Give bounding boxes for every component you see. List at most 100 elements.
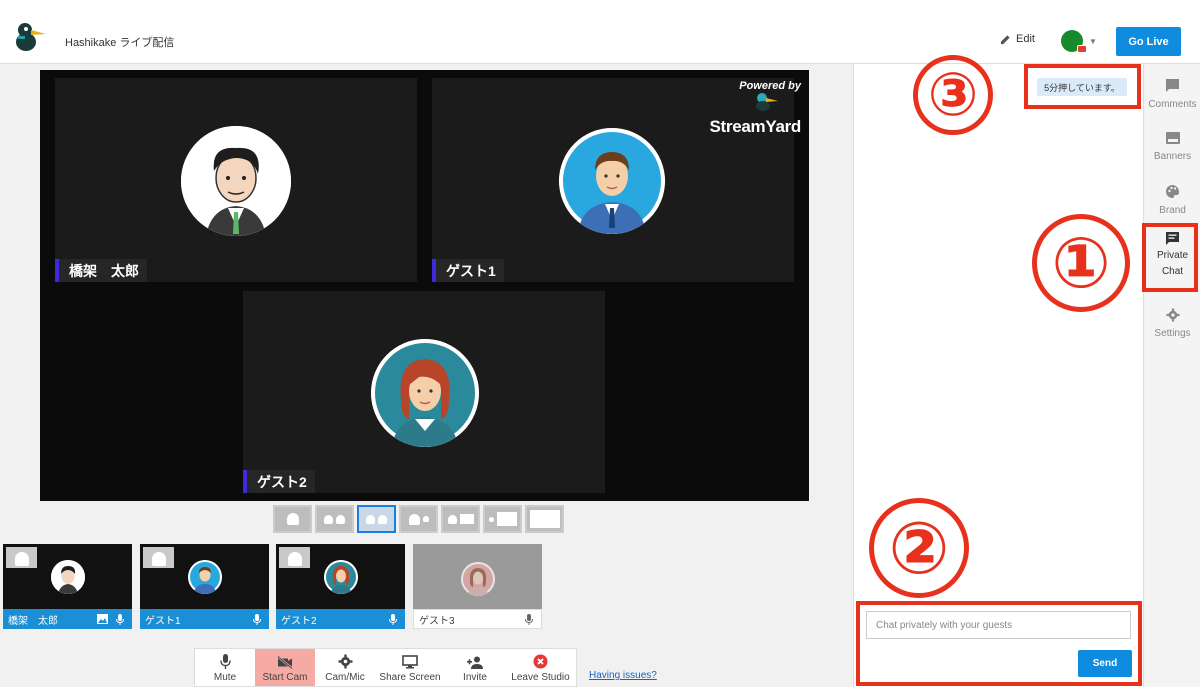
person-icon xyxy=(422,516,429,522)
thumbnail-bar: ゲスト3 xyxy=(413,609,542,629)
person-icon xyxy=(366,514,375,524)
edit-button[interactable]: Edit xyxy=(1000,33,1035,45)
studio-toolbar: Mute Start Cam Cam/Mic Share Screen Invi… xyxy=(194,648,577,687)
video-tile-guest2[interactable]: ゲスト2 xyxy=(243,291,605,493)
participant-thumbnail[interactable]: ゲスト3 xyxy=(413,544,542,629)
streamyard-logo[interactable] xyxy=(12,22,48,52)
thumbnail-bar: ゲスト2 xyxy=(276,609,405,629)
powered-by-label: Powered by xyxy=(739,80,801,92)
person-icon xyxy=(324,514,333,524)
comment-icon xyxy=(1166,79,1179,92)
participant-thumbnail[interactable]: ゲスト1 xyxy=(140,544,269,629)
layout-group-button[interactable] xyxy=(357,505,396,533)
monitor-icon xyxy=(402,655,418,669)
start-cam-label: Start Cam xyxy=(262,672,308,683)
cam-mic-label: Cam/Mic xyxy=(325,672,365,683)
palette-icon xyxy=(1166,185,1179,198)
add-to-stage-icon[interactable] xyxy=(279,547,310,568)
layout-side-button[interactable] xyxy=(315,505,354,533)
account-selector[interactable]: ▼ xyxy=(1055,27,1103,55)
layout-selector xyxy=(273,505,564,533)
account-avatar xyxy=(1061,30,1088,53)
mute-button[interactable]: Mute xyxy=(195,649,255,686)
pencil-icon xyxy=(1000,34,1010,44)
cam-mic-settings-button[interactable]: Cam/Mic xyxy=(315,649,375,686)
tab-banners-label: Banners xyxy=(1153,151,1192,162)
avatar xyxy=(461,562,495,596)
person-icon xyxy=(408,513,420,525)
private-chat-panel xyxy=(853,64,1144,687)
tab-comments-label: Comments xyxy=(1148,99,1197,110)
layout-screen-thin-button[interactable] xyxy=(483,505,522,533)
tab-comments[interactable]: Comments xyxy=(1145,78,1200,112)
annotation-number-2: ② xyxy=(869,498,969,598)
top-bar: Hashikake ライブ配信 Edit ▼ Go Live xyxy=(0,0,1200,64)
microphone-icon[interactable] xyxy=(389,613,397,625)
participant-name-tag: ゲスト1 xyxy=(432,259,504,282)
streamyard-brand: StreamYard xyxy=(709,117,802,136)
avatar xyxy=(181,126,291,236)
streamyard-watermark: Powered by StreamYard xyxy=(710,80,802,137)
participant-name: ゲスト1 xyxy=(446,262,496,279)
having-issues-link[interactable]: Having issues? xyxy=(589,670,657,681)
leave-studio-button[interactable]: Leave Studio xyxy=(505,649,576,686)
start-cam-button[interactable]: Start Cam xyxy=(255,649,315,686)
participant-name: ゲスト2 xyxy=(257,473,307,490)
broadcast-stage: 橋架 太郎 ゲスト1 Powered by StreamYard ゲスト2 xyxy=(40,70,809,501)
annotation-number-1: ① xyxy=(1032,214,1130,312)
person-icon xyxy=(447,514,457,524)
participant-name: 橋架 太郎 xyxy=(69,262,139,279)
screen-icon xyxy=(496,512,517,526)
layout-fullscreen-button[interactable] xyxy=(525,505,564,533)
share-screen-button[interactable]: Share Screen xyxy=(375,649,445,686)
tab-banners[interactable]: Banners xyxy=(1145,131,1200,164)
layout-leader-button[interactable] xyxy=(399,505,438,533)
tab-brand[interactable]: Brand xyxy=(1145,184,1200,218)
person-icon xyxy=(336,514,345,524)
microphone-icon[interactable] xyxy=(253,613,261,625)
participant-name-tag: ゲスト2 xyxy=(243,470,315,493)
avatar xyxy=(559,128,665,234)
banner-icon xyxy=(1165,132,1180,144)
microphone-icon[interactable] xyxy=(116,613,124,625)
person-icon xyxy=(378,514,387,524)
streamyard-logo-icon xyxy=(756,93,778,111)
screen-icon xyxy=(459,514,474,524)
thumbnail-bar: ゲスト1 xyxy=(140,609,269,629)
camera-off-icon xyxy=(277,656,293,669)
tab-settings-label: Settings xyxy=(1154,328,1191,339)
share-screen-label: Share Screen xyxy=(379,672,441,683)
go-live-button[interactable]: Go Live xyxy=(1116,27,1181,56)
avatar xyxy=(188,560,222,594)
microphone-icon[interactable] xyxy=(525,613,533,625)
gear-icon xyxy=(1165,308,1180,322)
thumbnail-name: 橋架 太郎 xyxy=(8,615,58,627)
thumbnail-bar: 橋架 太郎 xyxy=(3,609,132,629)
tab-settings[interactable]: Settings xyxy=(1145,308,1200,341)
participant-thumbnail[interactable]: 橋架 太郎 xyxy=(3,544,132,629)
annotation-box-chat-input xyxy=(856,601,1142,686)
chevron-down-icon: ▼ xyxy=(1089,36,1097,46)
broadcast-title: Hashikake ライブ配信 xyxy=(65,37,175,49)
annotation-box-private-chat-tab xyxy=(1142,223,1198,292)
add-to-stage-icon[interactable] xyxy=(143,547,174,568)
video-tile-host[interactable]: 橋架 太郎 xyxy=(55,78,417,282)
mute-label: Mute xyxy=(213,672,237,683)
gear-icon xyxy=(338,654,352,669)
microphone-icon xyxy=(219,654,231,669)
invite-button[interactable]: Invite xyxy=(445,649,505,686)
tab-brand-label: Brand xyxy=(1159,205,1186,216)
thumbnail-name: ゲスト1 xyxy=(145,615,181,627)
layout-solo-button[interactable] xyxy=(273,505,312,533)
add-to-stage-icon[interactable] xyxy=(6,547,37,568)
close-circle-icon xyxy=(533,654,548,669)
person-icon xyxy=(488,516,494,522)
leave-studio-label: Leave Studio xyxy=(511,672,570,683)
add-person-icon xyxy=(467,656,483,669)
thumbnail-name: ゲスト2 xyxy=(281,615,317,627)
participant-thumbnail[interactable]: ゲスト2 xyxy=(276,544,405,629)
layout-screen-side-button[interactable] xyxy=(441,505,480,533)
person-icon xyxy=(286,513,299,525)
image-icon[interactable] xyxy=(97,614,108,624)
annotation-number-3: ③ xyxy=(913,55,993,135)
